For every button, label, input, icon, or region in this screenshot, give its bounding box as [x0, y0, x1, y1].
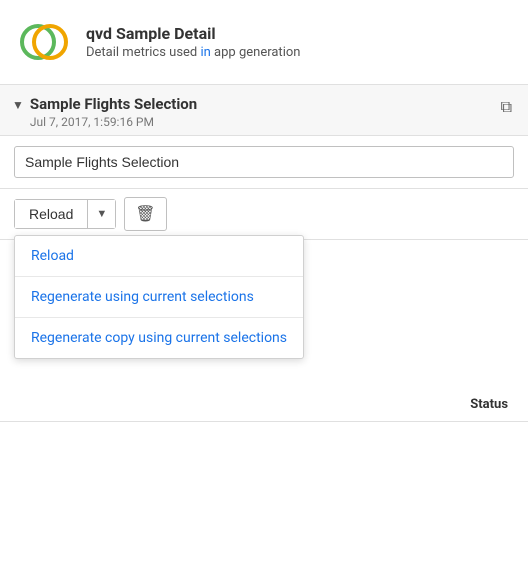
reload-main-button[interactable]: Reload	[15, 200, 87, 228]
section-title-block: Sample Flights Selection Jul 7, 2017, 1:…	[30, 95, 197, 129]
reload-dropdown-button[interactable]: ▼	[87, 200, 115, 228]
dropdown-item-reload[interactable]: Reload	[15, 236, 303, 277]
external-link-icon[interactable]: ⧉	[501, 97, 512, 117]
name-input-row	[0, 136, 528, 189]
app-logo	[16, 14, 72, 70]
table-column-name	[0, 396, 261, 414]
table-column-status: Status	[261, 388, 528, 421]
dropdown-item-regenerate[interactable]: Regenerate using current selections	[15, 277, 303, 318]
name-input[interactable]	[14, 146, 514, 178]
section-title: Sample Flights Selection	[30, 95, 197, 113]
section-header: ▼ Sample Flights Selection Jul 7, 2017, …	[0, 85, 528, 136]
reload-button-group: Reload ▼	[14, 199, 116, 229]
header: qvd Sample Detail Detail metrics used in…	[0, 0, 528, 85]
table-header-row: Status	[0, 388, 528, 422]
section-date: Jul 7, 2017, 1:59:16 PM	[30, 115, 197, 129]
delete-button[interactable]: 🗑	[124, 197, 166, 231]
dropdown-menu: Reload Regenerate using current selectio…	[14, 235, 304, 359]
app-title: qvd Sample Detail	[86, 24, 300, 43]
dropdown-item-regenerate-copy[interactable]: Regenerate copy using current selections	[15, 318, 303, 358]
toolbar-row: Reload ▼ 🗑 Reload Regenerate using curre…	[0, 189, 528, 240]
header-text: qvd Sample Detail Detail metrics used in…	[86, 24, 300, 60]
section-left: ▼ Sample Flights Selection Jul 7, 2017, …	[12, 95, 197, 129]
app-subtitle: Detail metrics used in app generation	[86, 45, 300, 60]
chevron-down-icon[interactable]: ▼	[12, 98, 24, 112]
